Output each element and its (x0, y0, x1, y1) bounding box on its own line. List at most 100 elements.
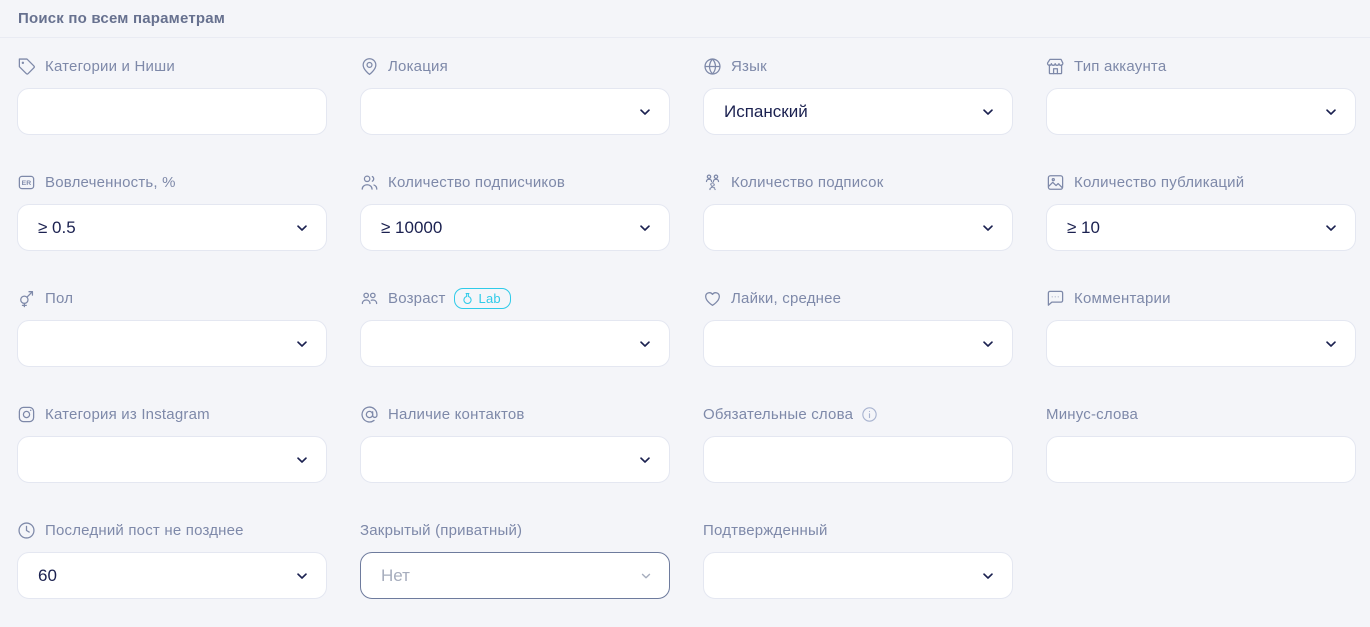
account-type-select[interactable] (1046, 88, 1356, 135)
chevron-down-icon (637, 452, 653, 468)
filter-label: Вовлеченность, % (45, 174, 176, 191)
followers-count-select[interactable]: ≥ 10000 (360, 204, 670, 251)
filter-label: Комментарии (1074, 290, 1171, 307)
image-icon (1046, 173, 1065, 192)
storefront-icon (1046, 57, 1065, 76)
filter-categories: Категории и Ниши (17, 57, 327, 135)
followings-icon (703, 173, 722, 192)
lab-badge-label: Lab (479, 291, 501, 306)
filter-label-row: Наличие контактов (360, 405, 670, 423)
people-icon (360, 289, 379, 308)
filter-label-row: Комментарии (1046, 289, 1356, 307)
filter-label-row: Категории и Ниши (17, 57, 327, 75)
at-icon (360, 405, 379, 424)
followings-count-select[interactable] (703, 204, 1013, 251)
filter-followings-count: Количество подписок (703, 173, 1013, 251)
filter-label: Лайки, среднее (731, 290, 841, 307)
comment-icon (1046, 289, 1065, 308)
filter-likes-average: Лайки, среднее (703, 289, 1013, 367)
flask-icon (461, 292, 474, 305)
filter-minus-words: Минус-слова (1046, 405, 1356, 483)
filter-label-row: Закрытый (приватный) (360, 521, 670, 539)
filter-instagram-category: Категория из Instagram (17, 405, 327, 483)
lab-badge: Lab (454, 288, 511, 309)
er-icon: ER (17, 173, 36, 192)
filter-label-row: Последний пост не позднее (17, 521, 327, 539)
filter-label: Категория из Instagram (45, 406, 210, 423)
chevron-down-icon (294, 452, 310, 468)
select-value: ≥ 10000 (381, 218, 637, 238)
chevron-down-icon (294, 568, 310, 584)
filter-label-row: Лайки, среднее (703, 289, 1013, 307)
pin-icon (360, 57, 379, 76)
gender-select[interactable] (17, 320, 327, 367)
filter-label: Язык (731, 58, 767, 75)
filter-label: Пол (45, 290, 73, 307)
filter-comments: Комментарии (1046, 289, 1356, 367)
chevron-down-icon (294, 336, 310, 352)
tag-icon (17, 57, 36, 76)
contacts-select[interactable] (360, 436, 670, 483)
verified-select[interactable] (703, 552, 1013, 599)
filter-account-type: Тип аккаунта (1046, 57, 1356, 135)
filters-grid: Категории и Ниши Локация Язык Испанский Тип … (0, 38, 1370, 599)
location-select[interactable] (360, 88, 670, 135)
age-select[interactable] (360, 320, 670, 367)
chevron-down-icon (980, 336, 996, 352)
instagram-icon (17, 405, 36, 424)
filter-label-row: Обязательные слова (703, 405, 1013, 423)
minus-words-input[interactable] (1046, 436, 1356, 483)
chevron-down-icon (980, 220, 996, 236)
svg-text:ER: ER (22, 180, 32, 187)
chevron-down-icon (639, 569, 653, 583)
select-value: ≥ 0.5 (38, 218, 294, 238)
gender-icon (17, 289, 36, 308)
filter-label: Тип аккаунта (1074, 58, 1166, 75)
filter-followers-count: Количество подписчиков≥ 10000 (360, 173, 670, 251)
required-words-input[interactable] (703, 436, 1013, 483)
info-icon[interactable] (861, 406, 878, 423)
filter-label-row: Пол (17, 289, 327, 307)
filter-label-row: Язык (703, 57, 1013, 75)
filter-label: Категории и Ниши (45, 58, 175, 75)
filter-age: Возраст Lab (360, 289, 670, 367)
chevron-down-icon (1323, 220, 1339, 236)
comments-select[interactable] (1046, 320, 1356, 367)
select-value: Нет (381, 566, 639, 586)
filter-label-row: Минус-слова (1046, 405, 1356, 423)
chevron-down-icon (980, 104, 996, 120)
private-select[interactable]: Нет (360, 552, 670, 599)
instagram-category-select[interactable] (17, 436, 327, 483)
filter-engagement: ER Вовлеченность, % ≥ 0.5 (17, 173, 327, 251)
filter-required-words: Обязательные слова (703, 405, 1013, 483)
select-value: Испанский (724, 102, 980, 122)
filter-label: Возраст (388, 290, 446, 307)
filter-label-row: Локация (360, 57, 670, 75)
filter-label: Последний пост не позднее (45, 522, 244, 539)
search-filters-panel: Поиск по всем параметрам Категории и Ниш… (0, 0, 1370, 627)
filter-label-row: Категория из Instagram (17, 405, 327, 423)
chevron-down-icon (980, 568, 996, 584)
chevron-down-icon (637, 104, 653, 120)
posts-count-select[interactable]: ≥ 10 (1046, 204, 1356, 251)
chevron-down-icon (637, 220, 653, 236)
panel-header: Поиск по всем параметрам (0, 0, 1370, 38)
language-select[interactable]: Испанский (703, 88, 1013, 135)
chevron-down-icon (637, 336, 653, 352)
filter-gender: Пол (17, 289, 327, 367)
filter-label: Количество публикаций (1074, 174, 1244, 191)
likes-average-select[interactable] (703, 320, 1013, 367)
filter-label: Локация (388, 58, 448, 75)
filter-posts-count: Количество публикаций ≥ 10 (1046, 173, 1356, 251)
filter-label: Наличие контактов (388, 406, 525, 423)
last-post-select[interactable]: 60 (17, 552, 327, 599)
filter-location: Локация (360, 57, 670, 135)
filter-label: Обязательные слова (703, 406, 853, 423)
filter-label: Подтвержденный (703, 522, 828, 539)
filter-label-row: Тип аккаунта (1046, 57, 1356, 75)
categories-input[interactable] (17, 88, 327, 135)
filter-last-post: Последний пост не позднее 60 (17, 521, 327, 599)
clock-icon (17, 521, 36, 540)
engagement-select[interactable]: ≥ 0.5 (17, 204, 327, 251)
select-value: 60 (38, 566, 294, 586)
